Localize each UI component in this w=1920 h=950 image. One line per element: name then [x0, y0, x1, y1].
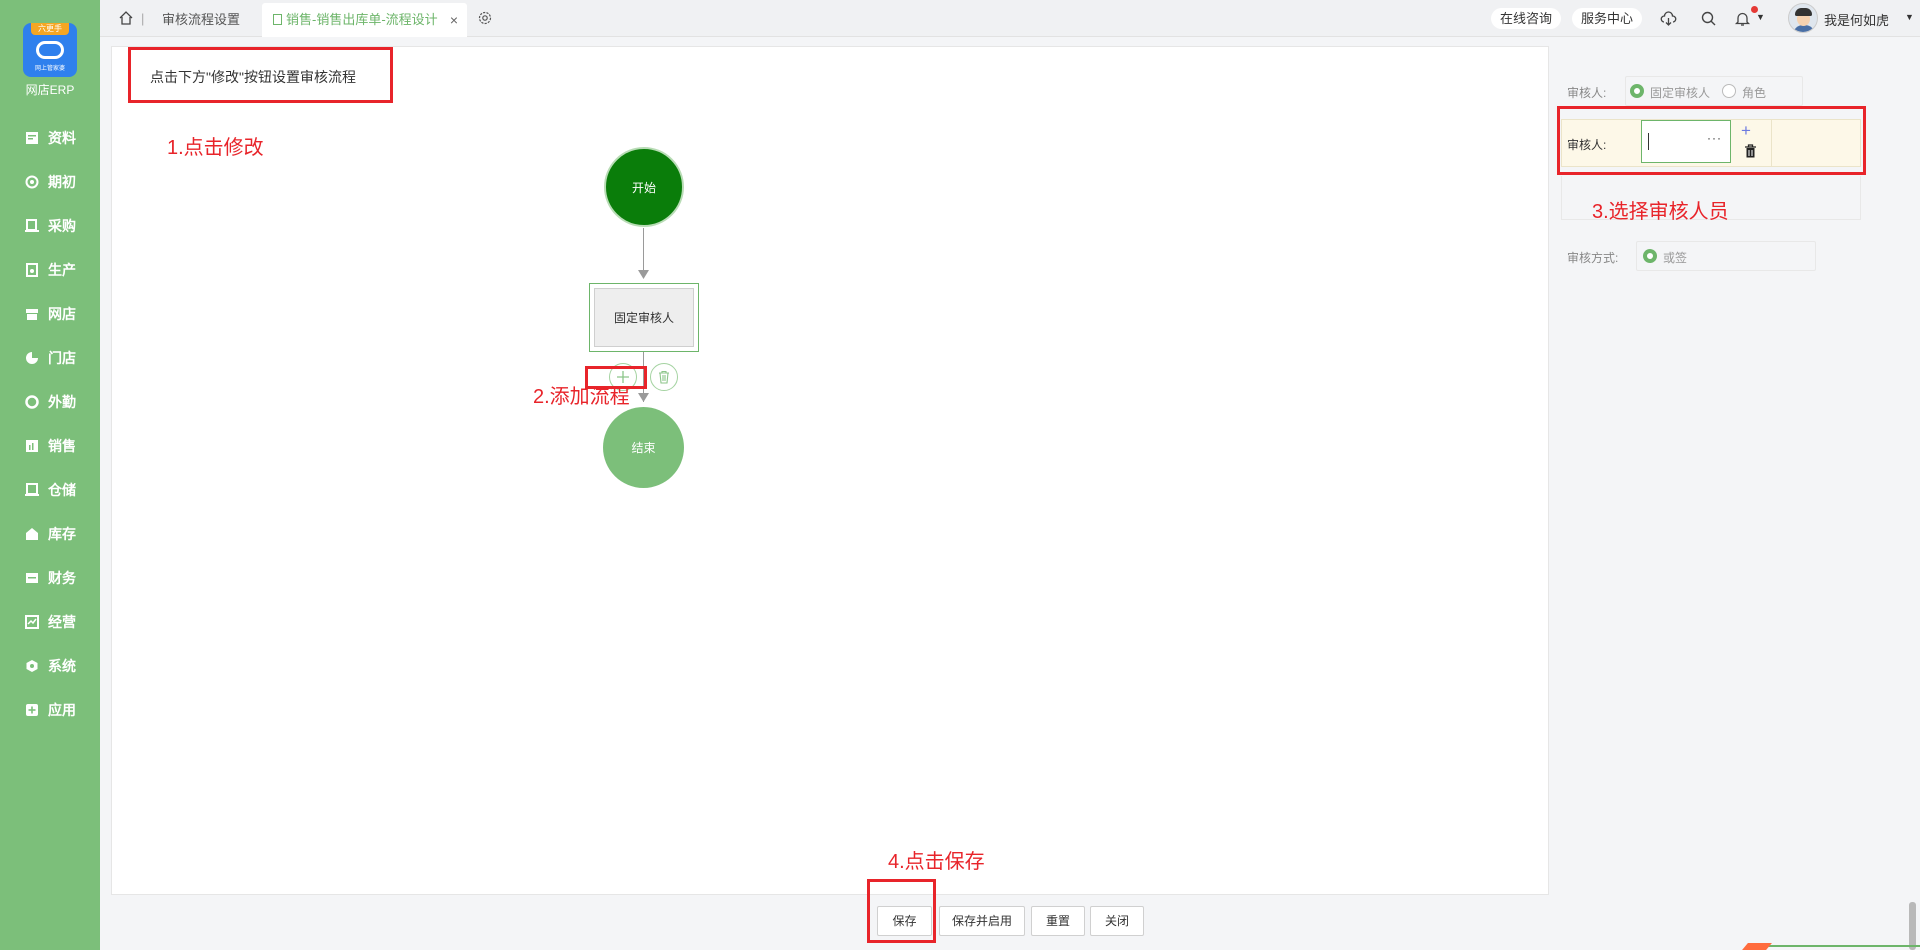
save-button[interactable]: 保存 [877, 906, 932, 936]
sidebar-item-online-store[interactable]: 网店 [0, 292, 100, 336]
apps-plus-icon [25, 703, 39, 717]
bell-icon[interactable] [1734, 10, 1751, 27]
cart-icon [25, 219, 39, 233]
radio-fixed-approver-label: 固定审核人 [1650, 86, 1711, 100]
sidebar-item-label: 生产 [48, 262, 76, 278]
sidebar-item-label: 外勤 [48, 394, 76, 410]
sidebar-item-production[interactable]: 生产 [0, 248, 100, 292]
annotation-box-approver [1557, 106, 1866, 175]
arrow-down-icon [638, 393, 649, 402]
inventory-icon [25, 527, 39, 541]
sidebar-item-label: 资料 [48, 130, 76, 146]
arrow-down-icon [638, 270, 649, 279]
approver-type-label: 审核人: [1567, 86, 1607, 100]
trash-icon [659, 370, 669, 384]
scrollbar[interactable] [1909, 902, 1916, 950]
tab-flow-design-label: 销售-销售出库单-流程设计 [286, 12, 438, 27]
sidebar-item-label: 网店 [48, 306, 76, 322]
top-bar: | 审核流程设置 销售-销售出库单-流程设计 × 在线咨询 服务中心 ▼ 我是何… [100, 0, 1920, 37]
radio-or-sign-label: 或签 [1663, 251, 1688, 265]
target-icon [25, 175, 39, 189]
tab-separator: | [141, 11, 145, 26]
cloud-download-icon[interactable] [1660, 10, 1677, 27]
sidebar-item-label: 系统 [48, 658, 76, 674]
annotation-step3: 3.选择审核人员 [1592, 201, 1729, 223]
sidebar-nav: 资料 期初 采购 生产 网店 门店 外勤 销售 仓储 库存 财务 经营 系统 应… [0, 116, 100, 732]
sidebar-item-warehouse[interactable]: 仓储 [0, 468, 100, 512]
radio-role-label: 角色 [1742, 86, 1767, 100]
flow-canvas [111, 46, 1549, 895]
home-icon[interactable] [118, 10, 134, 26]
search-icon[interactable] [1700, 10, 1717, 27]
sidebar-item-label: 仓储 [48, 482, 76, 498]
sidebar-item-data[interactable]: 资料 [0, 116, 100, 160]
logo-ribbon: 六更手 [31, 23, 69, 35]
annotation-step2: 2.添加流程 [533, 386, 630, 408]
sidebar-item-retail-store[interactable]: 门店 [0, 336, 100, 380]
tab-flow-design[interactable]: 销售-销售出库单-流程设计 × [262, 3, 467, 37]
logo-subtitle: 网上管家婆 [34, 66, 65, 72]
service-center-button[interactable]: 服务中心 [1572, 8, 1643, 29]
system-icon [25, 659, 39, 673]
sidebar-item-label: 经营 [48, 614, 76, 630]
pie-icon [25, 351, 39, 365]
sidebar-item-label: 库存 [48, 526, 76, 542]
annotation-box-hint [128, 47, 393, 103]
finance-icon [25, 571, 39, 585]
online-consult-button[interactable]: 在线咨询 [1491, 8, 1562, 29]
app-logo[interactable]: 六更手 网上管家婆 [23, 23, 77, 77]
field-icon [25, 395, 39, 409]
corner-decoration [1750, 945, 1920, 950]
store-icon [25, 307, 39, 321]
production-icon [25, 263, 39, 277]
close-button[interactable]: 关闭 [1090, 906, 1144, 936]
document-icon [25, 131, 39, 145]
document-icon [273, 14, 282, 25]
sidebar-item-finance[interactable]: 财务 [0, 556, 100, 600]
sidebar-item-label: 门店 [48, 350, 76, 366]
flow-approver-node[interactable]: 固定审核人 [589, 283, 699, 352]
tab-approval-settings[interactable]: 审核流程设置 [152, 3, 250, 37]
sales-chart-icon [25, 439, 39, 453]
sidebar-item-apps[interactable]: 应用 [0, 688, 100, 732]
gear-icon[interactable] [477, 10, 493, 26]
sidebar-item-field[interactable]: 外勤 [0, 380, 100, 424]
sidebar-item-opening[interactable]: 期初 [0, 160, 100, 204]
sidebar-item-purchase[interactable]: 采购 [0, 204, 100, 248]
sidebar-item-label: 销售 [48, 438, 76, 454]
sidebar-item-inventory[interactable]: 库存 [0, 512, 100, 556]
chevron-down-icon[interactable]: ▼ [1756, 12, 1765, 22]
annotation-step4: 4.点击保存 [888, 851, 985, 873]
operations-icon [25, 615, 39, 629]
flow-end-node[interactable]: 结束 [603, 407, 684, 488]
approval-method-label: 审核方式: [1567, 251, 1619, 265]
flow-approver-node-label: 固定审核人 [594, 288, 694, 347]
chevron-down-icon[interactable]: ▼ [1905, 12, 1914, 22]
annotation-step1: 1.点击修改 [167, 137, 264, 159]
cloud-icon [36, 41, 64, 59]
brand-name: 网店ERP [25, 83, 75, 97]
radio-or-sign[interactable] [1643, 249, 1657, 263]
sidebar-item-label: 采购 [48, 218, 76, 234]
sidebar-item-label: 应用 [48, 702, 76, 718]
radio-role[interactable] [1722, 84, 1736, 98]
sidebar-item-system[interactable]: 系统 [0, 644, 100, 688]
sidebar: 六更手 网上管家婆 网店ERP 资料 期初 采购 生产 网店 门店 外勤 销售 … [0, 0, 100, 950]
sidebar-item-operations[interactable]: 经营 [0, 600, 100, 644]
sidebar-item-sales[interactable]: 销售 [0, 424, 100, 468]
warehouse-icon [25, 483, 39, 497]
radio-fixed-approver[interactable] [1630, 84, 1644, 98]
reset-button[interactable]: 重置 [1031, 906, 1085, 936]
sidebar-item-label: 期初 [48, 174, 76, 190]
close-icon[interactable]: × [450, 3, 458, 37]
delete-node-button[interactable] [650, 363, 678, 391]
sidebar-item-label: 财务 [48, 570, 76, 586]
flow-start-node[interactable]: 开始 [604, 147, 684, 227]
username[interactable]: 我是何如虎 [1824, 10, 1889, 29]
avatar[interactable] [1788, 3, 1818, 33]
save-and-enable-button[interactable]: 保存并启用 [939, 906, 1025, 936]
